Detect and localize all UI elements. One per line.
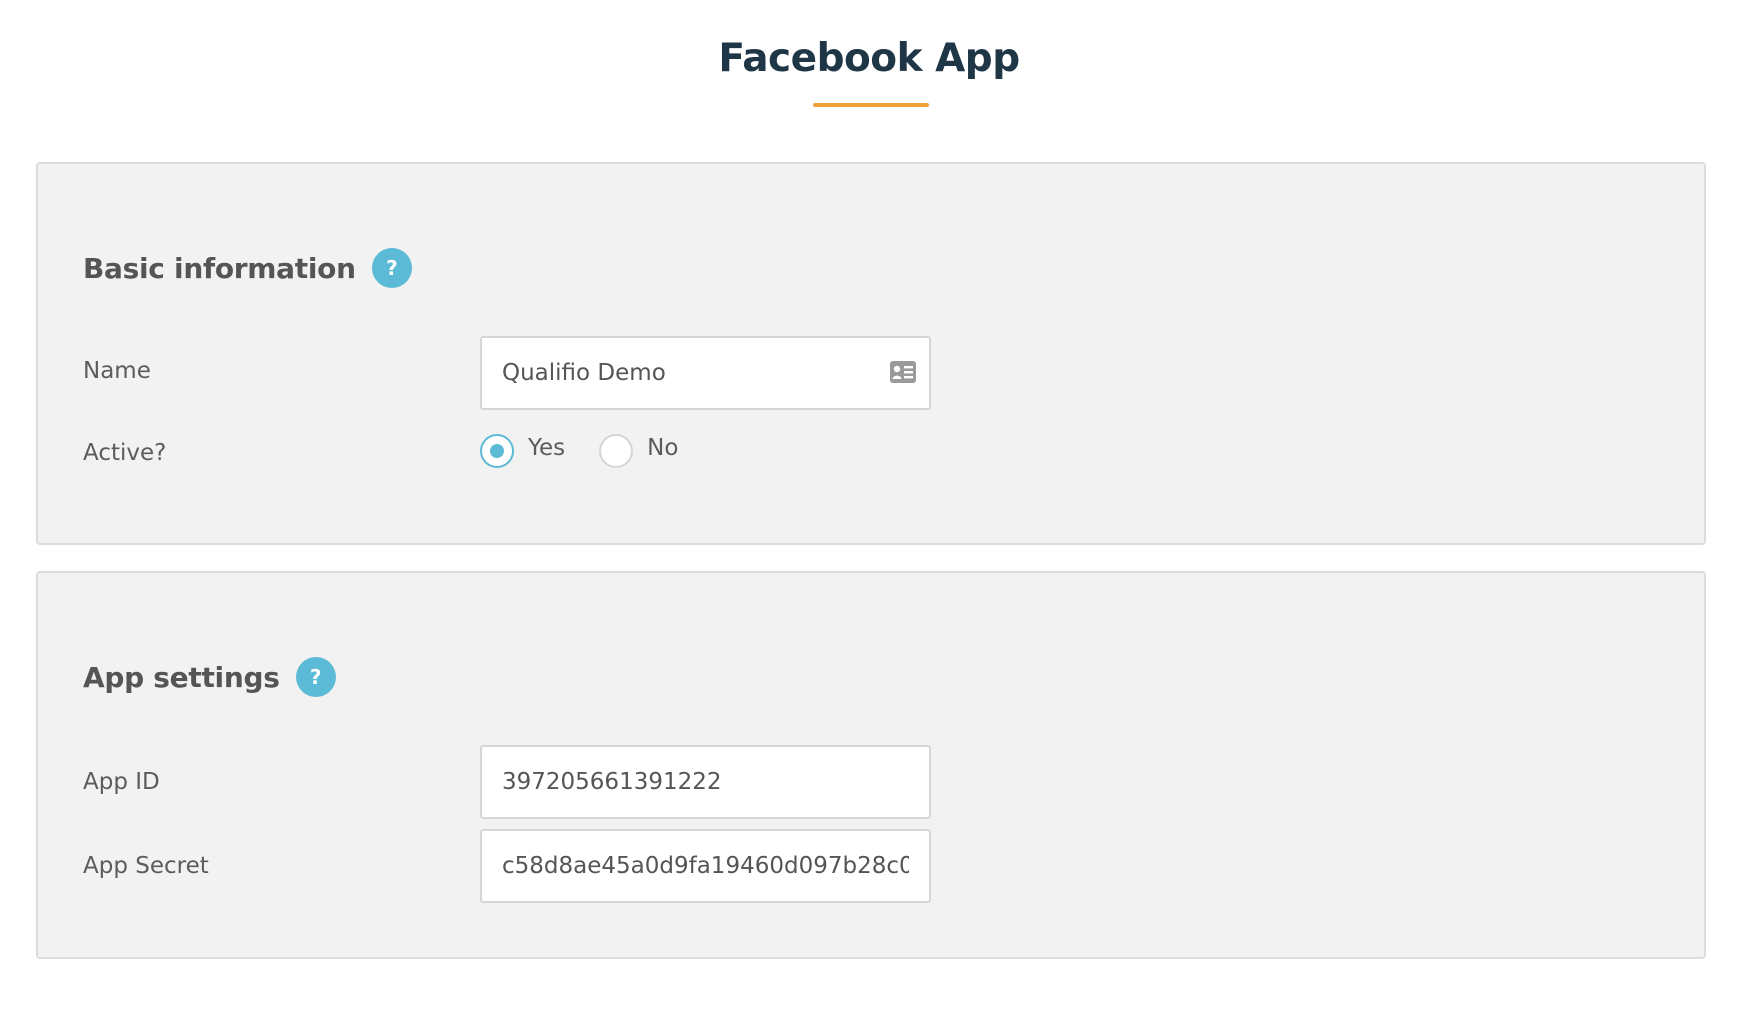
app-secret-label: App Secret [83, 853, 209, 879]
active-label: Active? [83, 440, 167, 466]
radio-no-label: No [647, 435, 679, 461]
active-yes-option[interactable]: Yes [480, 434, 565, 468]
app-id-label: App ID [83, 769, 160, 795]
name-input[interactable] [480, 336, 931, 410]
app-secret-input[interactable] [480, 829, 931, 903]
app-settings-heading: App settings ? [83, 657, 336, 697]
help-icon[interactable]: ? [371, 248, 412, 288]
radio-yes-checked[interactable] [480, 434, 514, 468]
page-title: Facebook App [718, 36, 1020, 81]
contact-card-icon [890, 361, 916, 383]
help-icon[interactable]: ? [295, 657, 336, 697]
title-underline [813, 103, 929, 107]
active-no-option[interactable]: No [599, 434, 678, 468]
radio-yes-label: Yes [528, 435, 566, 461]
radio-no[interactable] [599, 434, 634, 468]
basic-information-heading: Basic information ? [83, 248, 412, 288]
basic-information-panel: Basic information ? Name Active? Yes No [36, 162, 1706, 545]
app-id-input[interactable] [480, 745, 931, 819]
radio-dot [490, 444, 504, 458]
active-radio-group: Yes No [480, 434, 712, 468]
app-settings-title: App settings [83, 660, 280, 694]
basic-information-title: Basic information [83, 251, 356, 285]
app-settings-panel: App settings ? App ID App Secret [36, 571, 1706, 959]
name-label: Name [83, 358, 151, 384]
